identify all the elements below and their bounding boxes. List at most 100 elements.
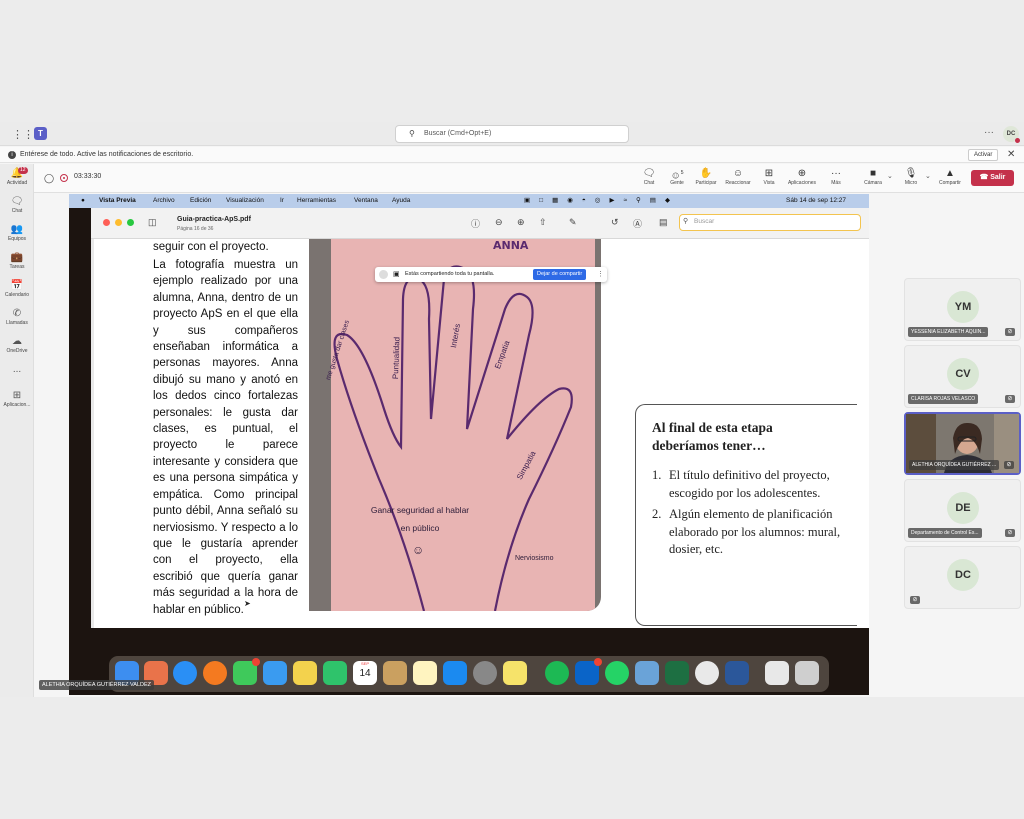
mail-icon[interactable] xyxy=(263,661,287,685)
notification-bar: i Entérese de todo. Active las notificac… xyxy=(0,147,1024,163)
box-title: Al final de esta etapa deberíamos tener… xyxy=(652,420,773,453)
chat-button[interactable]: 🗨 Chat xyxy=(634,167,664,186)
notes-icon[interactable] xyxy=(413,661,437,685)
notification-text: Entérese de todo. Active las notificacio… xyxy=(20,151,194,158)
notification-badge xyxy=(594,658,602,666)
top-line: seguir con el proyecto. xyxy=(153,241,269,253)
tool-label: Compartir xyxy=(939,180,961,186)
mac-dock: SEP 14 xyxy=(109,656,829,692)
chatgpt-icon[interactable] xyxy=(695,661,719,685)
menu-edit[interactable]: Edición xyxy=(190,194,211,208)
rail-item-onedrive[interactable]: ☁ OneDrive xyxy=(0,336,34,354)
stickies-icon[interactable] xyxy=(503,661,527,685)
rail-item-calendar[interactable]: 📅 Calendario xyxy=(0,280,34,298)
menu-app[interactable]: Vista Previa xyxy=(99,194,136,208)
minimize-window-icon[interactable] xyxy=(115,219,122,226)
tool-label: Reaccionar xyxy=(725,180,751,186)
word-icon[interactable] xyxy=(725,661,749,685)
markup-pen-icon[interactable]: ✎ xyxy=(569,217,577,228)
annotate-icon[interactable]: Ⓐ xyxy=(633,217,642,230)
user-avatar[interactable]: DC xyxy=(1003,126,1020,143)
presenter-name: ALETHIA ORQUÍDEA GUTIÉRREZ VALDEZ xyxy=(39,680,155,690)
tool-label: Más xyxy=(831,180,841,186)
rail-item-more[interactable]: ... xyxy=(0,364,34,376)
preview-icon[interactable] xyxy=(635,661,659,685)
more-icon[interactable]: ⋮ xyxy=(597,267,604,282)
photos-icon[interactable] xyxy=(293,661,317,685)
chat-icon: 🗨 xyxy=(642,168,656,179)
whatsapp-icon[interactable] xyxy=(605,661,629,685)
zoom-out-icon[interactable]: ⊖ xyxy=(495,217,503,228)
rail-item-teams[interactable]: 👥 Equipos xyxy=(0,224,34,242)
chevron-down-icon[interactable]: ⌄ xyxy=(925,172,931,180)
react-button[interactable]: ☺ Reaccionar xyxy=(723,167,753,186)
firefox-icon[interactable] xyxy=(203,661,227,685)
minimize-icon[interactable] xyxy=(379,270,388,279)
participant-name: ALETHIA ORQUÍDEA GUTIÉRREZ ... xyxy=(909,460,1000,470)
spotify-icon[interactable] xyxy=(545,661,569,685)
preview-search-input[interactable]: ⚲ Buscar xyxy=(679,214,861,231)
menu-tools[interactable]: Herramientas xyxy=(297,194,336,208)
apple-icon[interactable]: ● xyxy=(81,194,85,208)
rail-item-chat[interactable]: 🗨 Chat xyxy=(0,196,34,214)
rail-label: Chat xyxy=(11,208,23,214)
people-button[interactable]: ☺5 Gente xyxy=(662,167,692,186)
facetime-icon[interactable] xyxy=(323,661,347,685)
mic-button[interactable]: 🎙 Micro xyxy=(896,167,926,186)
stop-sharing-button[interactable]: Dejar de compartir xyxy=(533,269,587,280)
chevron-down-icon[interactable]: ⌄ xyxy=(887,172,893,180)
recording-icon xyxy=(60,174,68,182)
calendar-icon[interactable]: SEP 14 xyxy=(353,661,377,685)
apps-button[interactable]: ⊕ Aplicaciones xyxy=(787,167,817,186)
list-number: 1. xyxy=(652,468,662,482)
more-icon[interactable]: ··· xyxy=(984,127,994,138)
messages-icon[interactable] xyxy=(233,658,260,685)
activate-button[interactable]: Activar xyxy=(968,149,999,161)
settings-icon[interactable] xyxy=(473,661,497,685)
view-button[interactable]: ⊞ Vista xyxy=(754,167,784,186)
info-icon[interactable]: ⓘ xyxy=(471,217,480,230)
search-input[interactable]: ⚲ Buscar (Cmd+Opt+E) xyxy=(395,125,629,143)
calendar-month: SEP xyxy=(360,661,369,666)
raise-hand-icon: ✋ xyxy=(699,168,713,179)
cloud-icon: ☁ xyxy=(12,336,22,347)
safari-icon[interactable] xyxy=(173,661,197,685)
trash-icon[interactable] xyxy=(795,661,819,685)
camera-button[interactable]: ■ Cámara xyxy=(858,167,888,186)
leave-button[interactable]: ☎ Salir xyxy=(971,170,1014,186)
close-window-icon[interactable] xyxy=(103,219,110,226)
participant-tile[interactable]: YM YESSENIA ELIZABETH AQUIN... ⊘ xyxy=(904,278,1021,341)
contacts-icon[interactable] xyxy=(383,661,407,685)
left-rail: 🔔 12 Actividad 🗨 Chat 👥 Equipos 💼 Tareas… xyxy=(0,164,34,697)
participant-tile[interactable]: CV CLARISA ROJAS VELASCO ⊘ xyxy=(904,345,1021,408)
rail-item-calls[interactable]: ✆ Llamadas xyxy=(0,308,34,326)
menu-view[interactable]: Visualización xyxy=(226,194,264,208)
more-button[interactable]: ··· Más xyxy=(821,167,851,186)
form-icon[interactable]: ▤ xyxy=(659,217,668,228)
participant-tile[interactable]: DE Departamento de Control Es... ⊘ xyxy=(904,479,1021,542)
rail-item-tasks[interactable]: 💼 Tareas xyxy=(0,252,34,270)
outlook-icon[interactable] xyxy=(575,658,602,685)
participant-tile-video[interactable]: ALETHIA ORQUÍDEA GUTIÉRREZ ... ⊘ xyxy=(904,412,1021,475)
menu-file[interactable]: Archivo xyxy=(153,194,175,208)
share-button[interactable]: ▲ Compartir xyxy=(935,167,965,186)
status-icons[interactable]: ▣□▦◉◓◎▶≈⚲▤◆ xyxy=(524,194,679,208)
rail-item-apps[interactable]: ⊞ Aplicacion... xyxy=(0,390,34,408)
excel-icon[interactable] xyxy=(665,661,689,685)
document-icon[interactable] xyxy=(765,661,789,685)
menu-go[interactable]: Ir xyxy=(280,194,284,208)
raise-hand-button[interactable]: ✋ Participar xyxy=(691,167,721,186)
close-icon[interactable]: ✕ xyxy=(1007,147,1015,163)
participant-name: CLARISA ROJAS VELASCO xyxy=(908,394,979,404)
zoom-window-icon[interactable] xyxy=(127,219,134,226)
participant-tile[interactable]: DC ⊘ xyxy=(904,546,1021,609)
menu-window[interactable]: Ventana xyxy=(354,194,378,208)
notification-badge xyxy=(252,658,260,666)
rail-item-activity[interactable]: 🔔 12 Actividad xyxy=(0,167,34,186)
sidebar-icon[interactable]: ◫ xyxy=(148,217,157,228)
share-icon[interactable]: ⇧ xyxy=(539,217,547,228)
menu-help[interactable]: Ayuda xyxy=(392,194,410,208)
app-store-icon[interactable] xyxy=(443,661,467,685)
zoom-in-icon[interactable]: ⊕ xyxy=(517,217,525,228)
rotate-icon[interactable]: ↺ xyxy=(611,217,619,228)
